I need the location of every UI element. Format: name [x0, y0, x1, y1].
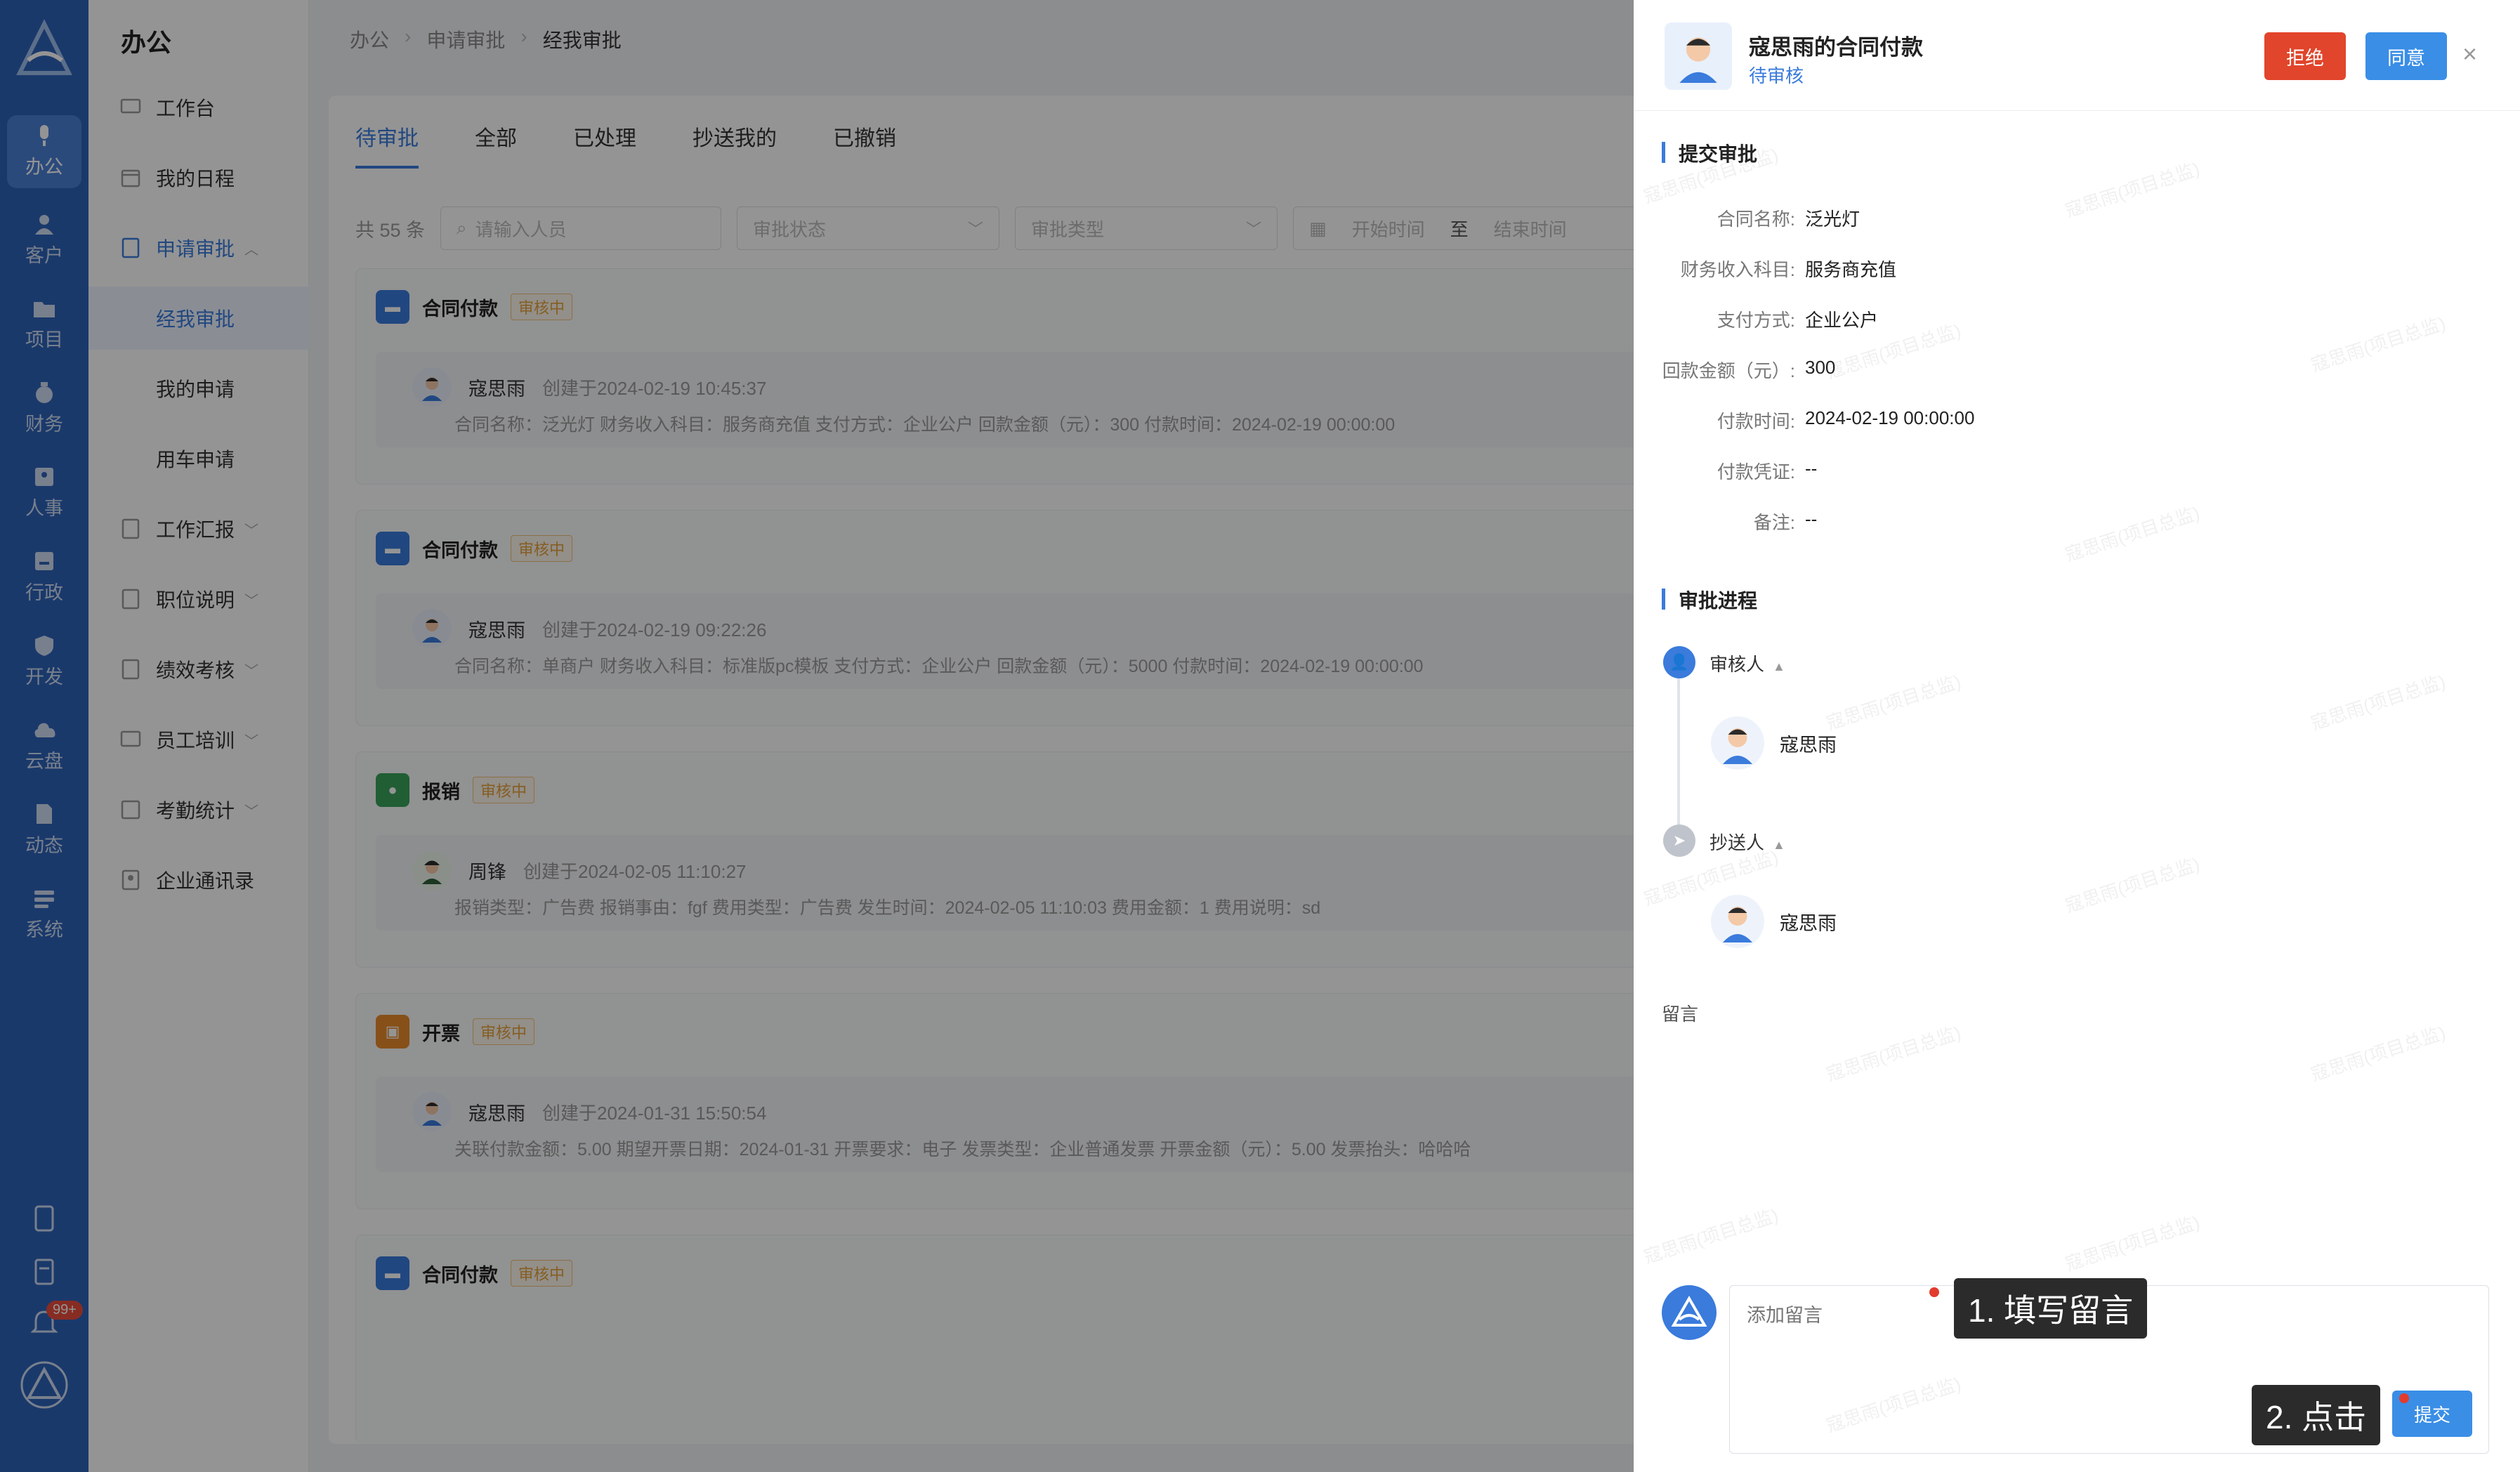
- person-avatar-icon: [1679, 37, 1717, 83]
- approval-detail-drawer: 寇思雨的合同付款 待审核 拒绝 同意 × 提交审批 合同名称: 泛光灯 财务收入科…: [1634, 0, 2520, 1472]
- watermark: 寇思雨(项目总监): [1641, 1204, 1781, 1268]
- watermark: 寇思雨(项目总监): [2062, 1211, 2203, 1275]
- avatar: [1711, 716, 1764, 770]
- avatar: [1711, 895, 1764, 948]
- hint-marker-dot: [1929, 1287, 1939, 1297]
- watermark: 寇思雨(项目总监): [2308, 1021, 2448, 1085]
- cc-name: 寇思雨: [1780, 912, 1837, 934]
- field-value: 2024-02-19 00:00:00: [1805, 407, 1975, 428]
- hint-click-submit: 2. 点击: [2252, 1385, 2381, 1445]
- watermark: 寇思雨(项目总监): [2308, 312, 2448, 376]
- field-label: 支付方式:: [1717, 310, 1795, 331]
- field-row: 支付方式: 企业公户: [1662, 306, 2153, 332]
- modal-overlay[interactable]: [0, 0, 1634, 1472]
- reviewer-label: 审核人: [1709, 654, 1765, 675]
- drawer-header: 寇思雨的合同付款 待审核 拒绝 同意 ×: [1634, 0, 2520, 111]
- flow-connector: [1677, 674, 1680, 830]
- field-row: 备注: --: [1662, 508, 2153, 534]
- drawer-status: 待审核: [1749, 65, 1804, 86]
- watermark: 寇思雨(项目总监): [2062, 853, 2203, 916]
- watermark: 寇思雨(项目总监): [1823, 670, 1964, 734]
- commenter-avatar: [1662, 1285, 1717, 1340]
- field-value: 企业公户: [1805, 310, 1879, 331]
- field-label: 回款金额（元）:: [1662, 360, 1795, 381]
- field-label: 财务收入科目:: [1680, 259, 1795, 280]
- agree-button[interactable]: 同意: [2365, 32, 2447, 80]
- reject-button[interactable]: 拒绝: [2264, 32, 2346, 80]
- drawer-title: 寇思雨的合同付款: [1749, 35, 1923, 60]
- reviewer-name: 寇思雨: [1780, 734, 1837, 756]
- field-label: 合同名称:: [1717, 209, 1795, 230]
- person-avatar-icon: [1723, 728, 1752, 764]
- field-label: 付款凭证:: [1717, 461, 1795, 482]
- caret-up-icon: ▲: [1773, 659, 1785, 673]
- field-value: 泛光灯: [1805, 209, 1861, 230]
- field-row: 付款时间: 2024-02-19 00:00:00: [1662, 407, 2153, 433]
- field-value: --: [1805, 458, 1818, 479]
- field-row: 财务收入科目: 服务商充值: [1662, 256, 2153, 282]
- hint-marker-dot: [2399, 1393, 2409, 1403]
- person-avatar-icon: [1723, 907, 1752, 942]
- field-value: --: [1805, 508, 1818, 530]
- cc-person: 寇思雨: [1711, 895, 1837, 948]
- field-label: 付款时间:: [1717, 411, 1795, 432]
- field-value: 服务商充值: [1805, 259, 1897, 280]
- hint-fill-message: 1. 填写留言: [1954, 1278, 2148, 1339]
- app-logo-icon: [1671, 1296, 1707, 1327]
- send-icon: ➤: [1663, 824, 1695, 857]
- watermark: 寇思雨(项目总监): [1823, 1021, 1964, 1085]
- section-title-progress: 审批进程: [1662, 586, 1757, 614]
- field-row: 回款金额（元）: 300: [1662, 357, 2153, 383]
- avatar: [1665, 22, 1732, 90]
- field-label: 备注:: [1753, 512, 1795, 533]
- close-icon[interactable]: ×: [2462, 39, 2477, 69]
- reviewer-user-icon: 👤: [1663, 646, 1695, 678]
- message-label: 留言: [1662, 1004, 1699, 1025]
- field-row: 付款凭证: --: [1662, 458, 2153, 484]
- reviewer-label-row[interactable]: 审核人 ▲: [1709, 650, 1785, 676]
- watermark: 寇思雨(项目总监): [2308, 670, 2448, 734]
- reviewer-person: 寇思雨: [1711, 716, 1837, 770]
